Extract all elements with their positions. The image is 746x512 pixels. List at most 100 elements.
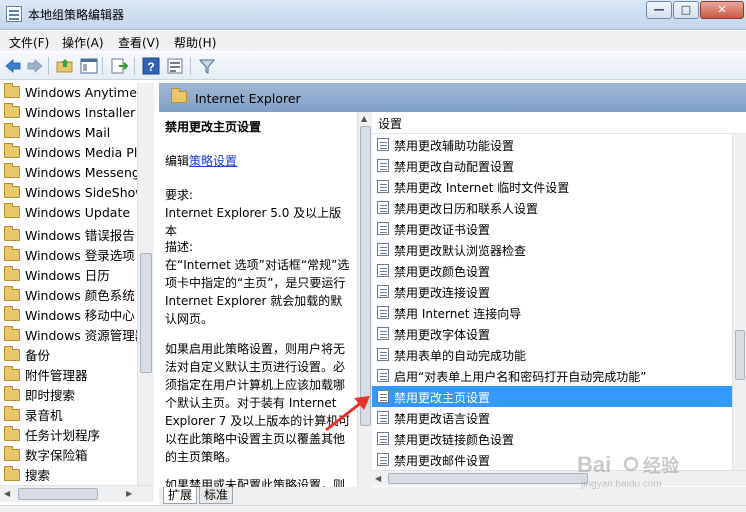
policy-setting-icon [377, 285, 389, 298]
window-controls: — □ ✕ [645, 1, 744, 19]
tab-standard[interactable]: 标准 [199, 487, 234, 504]
folder-icon [4, 203, 20, 218]
tree-item[interactable]: Windows 错误报告 [4, 225, 135, 245]
policy-tree: Windows Anytime U Windows Installer Wind… [0, 83, 154, 485]
forward-arrow-icon[interactable] [26, 57, 44, 75]
menu-help[interactable]: 帮助(H) [174, 34, 216, 51]
list-item[interactable]: 禁用更改日历和联系人设置 [372, 197, 732, 218]
tree-item[interactable]: 附件管理器 [4, 365, 88, 385]
tree-item[interactable]: Windows Messeng [4, 163, 140, 185]
folder-icon [4, 386, 20, 401]
list-item[interactable]: 禁用更改默认浏览器检查 [372, 239, 732, 260]
back-arrow-icon[interactable] [4, 57, 22, 75]
list-item[interactable]: 启用“对表单上用户名和密码打开自动完成功能” [372, 365, 732, 386]
policy-setting-icon [377, 138, 389, 151]
requirements-value: Internet Explorer 5.0 及以上版本 [165, 206, 342, 238]
export-list-icon[interactable] [110, 57, 128, 75]
list-item[interactable]: 禁用更改语言设置 [372, 407, 732, 428]
tree-horizontal-scrollbar[interactable]: ◀ ▶ [0, 485, 154, 502]
tree-item[interactable]: Windows 资源管理器 [4, 325, 147, 345]
list-item[interactable]: 禁用表单的自动完成功能 [372, 344, 732, 365]
pane-header: Internet Explorer [159, 83, 746, 112]
menu-file[interactable]: 文件(F) [9, 34, 49, 51]
tree-item[interactable]: 搜索 [4, 465, 50, 485]
menu-view[interactable]: 查看(V) [118, 34, 160, 51]
list-item[interactable]: 禁用更改 Internet 临时文件设置 [372, 176, 732, 197]
baidu-logo-icon: Bai 经验 jingyan.baidu.com [577, 452, 680, 490]
properties-icon[interactable] [166, 57, 184, 75]
tree-item[interactable]: Windows Update [4, 203, 130, 225]
svg-text:jingyan.baidu.com: jingyan.baidu.com [580, 479, 662, 490]
description-paragraph: 如果禁用或未配置此策略设置，则 [165, 478, 346, 487]
list-item[interactable]: 禁用更改证书设置 [372, 218, 732, 239]
list-header[interactable]: 设置 [372, 112, 746, 134]
tree-item[interactable]: Windows Media Pla [4, 143, 145, 165]
tree-item[interactable]: 任务计划程序 [4, 425, 100, 445]
column-header-setting[interactable]: 设置 [378, 115, 402, 132]
policy-title: 禁用更改主页设置 [165, 120, 262, 134]
folder-icon [4, 163, 20, 178]
tree-item[interactable]: Windows Anytime U [4, 83, 150, 105]
folder-icon [4, 123, 20, 138]
minimize-button[interactable]: — [646, 1, 672, 19]
list-item-selected[interactable]: 禁用更改主页设置 [372, 386, 732, 407]
policy-setting-icon [377, 222, 389, 235]
tree-item[interactable]: 即时搜索 [4, 385, 75, 405]
scroll-right-icon[interactable]: ▶ [126, 489, 132, 498]
maximize-button[interactable]: □ [673, 1, 699, 19]
policy-setting-icon [377, 411, 389, 424]
list-item[interactable]: 禁用更改字体设置 [372, 323, 732, 344]
toolbar-separator [134, 57, 135, 75]
show-hide-tree-icon[interactable] [80, 57, 98, 75]
filter-icon[interactable] [198, 57, 216, 75]
up-folder-icon[interactable] [56, 57, 74, 75]
folder-icon [4, 103, 20, 118]
list-item[interactable]: 禁用更改链接颜色设置 [372, 428, 732, 449]
toolbar-separator [190, 57, 191, 75]
scroll-left-icon[interactable]: ◀ [4, 489, 10, 498]
tree-item[interactable]: Windows 颜色系统 [4, 285, 135, 305]
folder-icon [4, 326, 20, 341]
menu-action[interactable]: 操作(A) [62, 34, 104, 51]
policy-setting-icon [377, 201, 389, 214]
scroll-left-icon[interactable]: ◀ [375, 474, 381, 483]
tree-item[interactable]: Windows Installer [4, 103, 135, 125]
list-item[interactable]: 禁用更改辅助功能设置 [372, 134, 732, 155]
policy-setting-icon [377, 348, 389, 361]
window-title: 本地组策略编辑器 [28, 8, 125, 22]
tree-item[interactable]: 录音机 [4, 405, 63, 425]
help-icon[interactable]: ? [142, 57, 160, 75]
tree-item[interactable]: Windows 日历 [4, 265, 110, 285]
svg-text:经验: 经验 [643, 455, 680, 476]
tree-item[interactable]: Windows 移动中心 [4, 305, 135, 325]
list-vertical-scrollbar[interactable] [732, 134, 746, 470]
list-item[interactable]: 禁用更改自动配置设置 [372, 155, 732, 176]
list-item[interactable]: 禁用 Internet 连接向导 [372, 302, 732, 323]
tree-vertical-scrollbar[interactable] [137, 83, 154, 485]
scroll-thumb[interactable] [360, 126, 371, 426]
tree-item[interactable]: Windows SideShow [4, 183, 146, 205]
tree-item[interactable]: Windows 登录选项 [4, 245, 135, 265]
tab-extended[interactable]: 扩展 [163, 487, 198, 504]
policy-setting-icon [377, 306, 389, 319]
scroll-thumb[interactable] [388, 473, 588, 484]
tree-item[interactable]: Windows Mail [4, 123, 110, 145]
policy-setting-icon [377, 327, 389, 340]
edit-policy-link[interactable]: 策略设置 [189, 154, 237, 168]
tree-item[interactable]: 备份 [4, 345, 50, 365]
svg-text:?: ? [147, 60, 154, 74]
toolbar-separator [102, 57, 103, 75]
scroll-thumb[interactable] [140, 253, 152, 373]
tree-item[interactable]: 数字保险箱 [4, 445, 88, 465]
scroll-up-icon[interactable]: ▲ [361, 114, 367, 123]
edit-policy-line: 编辑策略设置 [165, 154, 238, 168]
scroll-thumb[interactable] [18, 488, 98, 500]
folder-icon [4, 183, 20, 198]
close-button[interactable]: ✕ [700, 1, 744, 19]
list-item[interactable]: 禁用更改颜色设置 [372, 260, 732, 281]
folder-icon [4, 306, 20, 321]
menu-bar: 文件(F) 操作(A) 查看(V) 帮助(H) [0, 31, 746, 51]
scroll-thumb[interactable] [735, 330, 745, 380]
list-item[interactable]: 禁用更改连接设置 [372, 281, 732, 302]
watermark: Bai 经验 jingyan.baidu.com [575, 450, 740, 490]
